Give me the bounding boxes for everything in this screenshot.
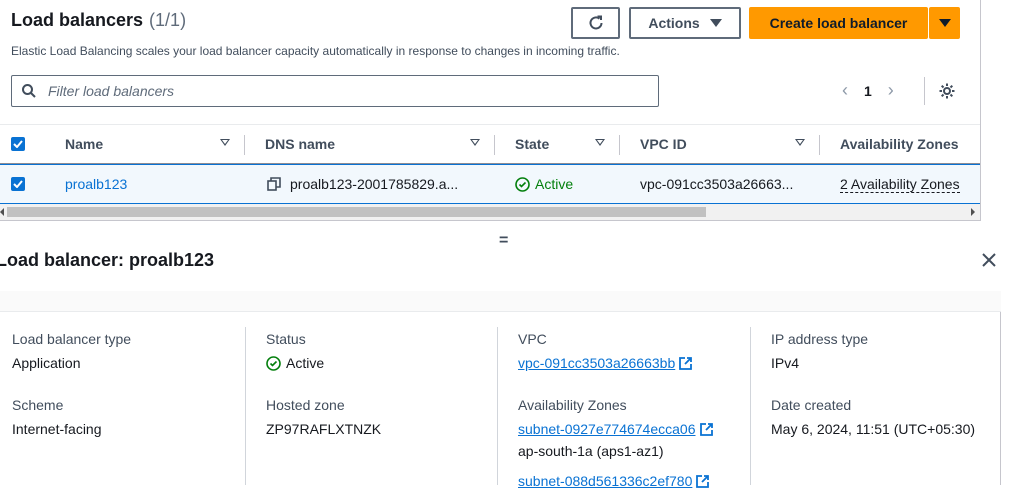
vpc-link[interactable]: vpc-091cc3503a26663bb	[518, 355, 693, 371]
current-page[interactable]: 1	[864, 83, 872, 99]
page-title: Load balancers (1/1)	[11, 10, 186, 31]
column-divider	[245, 327, 246, 485]
close-icon	[982, 253, 996, 267]
pagination: ‹ 1 ›	[842, 80, 894, 101]
scrollbar-thumb[interactable]	[7, 207, 706, 217]
subnet-zone: ap-south-1a (aps1-az1)	[518, 443, 664, 459]
state-text: Active	[535, 176, 574, 192]
search-icon	[22, 84, 36, 98]
hosted-zone-value: ZP97RAFLXTNZK	[266, 421, 382, 437]
details-title: Load balancer: proalb123	[0, 250, 215, 270]
actions-label: Actions	[648, 15, 700, 31]
column-divider	[497, 327, 498, 485]
sort-icon[interactable]	[470, 139, 480, 146]
column-divider[interactable]	[244, 135, 245, 155]
column-divider	[750, 327, 751, 485]
subnet-link[interactable]: subnet-088d561336c2ef780	[518, 473, 710, 489]
subnet-link-text[interactable]: subnet-088d561336c2ef780	[518, 473, 692, 489]
external-link-icon	[679, 356, 693, 370]
external-link-icon	[696, 474, 710, 488]
sort-icon[interactable]	[795, 139, 805, 146]
status-success-icon	[266, 355, 281, 371]
page-description: Elastic Load Balancing scales your load …	[11, 44, 620, 58]
status-success-icon	[515, 176, 530, 192]
vpc-id-cell: vpc-091cc3503a26663...	[640, 176, 794, 192]
refresh-button[interactable]	[571, 7, 620, 39]
subnet-link-text[interactable]: subnet-0927e774674ecca06	[518, 421, 696, 437]
column-header-vpc[interactable]: VPC ID	[640, 136, 687, 152]
table-header: Name DNS name State VPC ID Availability …	[0, 124, 980, 164]
select-all-checkbox[interactable]	[11, 137, 25, 151]
filter-input[interactable]	[46, 82, 626, 100]
caret-down-icon	[709, 19, 722, 27]
status-label: Status	[266, 331, 306, 347]
date-created-label: Date created	[771, 397, 852, 413]
column-header-state[interactable]: State	[515, 136, 549, 152]
column-divider[interactable]	[494, 135, 495, 155]
availability-zones-label: Availability Zones	[518, 397, 627, 413]
column-header-dns[interactable]: DNS name	[265, 136, 335, 152]
close-details-button[interactable]	[979, 250, 999, 270]
scheme-value: Internet-facing	[12, 421, 102, 437]
actions-button[interactable]: Actions	[629, 7, 741, 39]
lb-name-link[interactable]: proalb123	[65, 176, 127, 192]
details-tabs-band	[0, 291, 1001, 312]
status-text: Active	[286, 355, 325, 371]
lb-type-label: Load balancer type	[12, 331, 132, 347]
filter-bar[interactable]	[11, 75, 659, 107]
check-icon	[13, 140, 23, 148]
create-dropdown-button[interactable]	[929, 7, 960, 39]
create-load-balancer-button[interactable]: Create load balancer	[749, 7, 928, 39]
ip-type-label: IP address type	[771, 331, 869, 347]
subnet-link[interactable]: subnet-0927e774674ecca06	[518, 421, 713, 437]
row-checkbox[interactable]	[11, 177, 25, 191]
status-value: Active	[266, 355, 324, 371]
state-cell: Active	[515, 176, 573, 192]
caret-down-icon	[938, 19, 951, 27]
date-created-value: May 6, 2024, 11:51 (UTC+05:30)	[771, 421, 976, 437]
column-divider[interactable]	[619, 135, 620, 155]
refresh-icon	[589, 15, 602, 30]
load-balancers-panel: Load balancers (1/1) Elastic Load Balanci…	[0, 0, 981, 221]
column-header-name[interactable]: Name	[65, 136, 103, 152]
selection-count: (1/1)	[149, 10, 187, 30]
scroll-left-icon[interactable]	[0, 208, 4, 216]
vpc-link-text[interactable]: vpc-091cc3503a26663bb	[518, 355, 675, 371]
ip-type-value: IPv4	[771, 355, 800, 371]
sort-icon[interactable]	[595, 139, 605, 146]
gear-icon	[939, 83, 955, 99]
table-row[interactable]: proalb123 proalb123-2001785829.a... Acti…	[0, 164, 980, 204]
vpc-label: VPC	[518, 331, 547, 347]
preferences-button[interactable]	[935, 80, 959, 102]
column-divider[interactable]	[819, 135, 820, 155]
external-link-icon	[699, 422, 713, 436]
scheme-label: Scheme	[12, 397, 64, 413]
copy-icon[interactable]	[267, 177, 281, 191]
next-page-icon[interactable]: ›	[888, 80, 894, 101]
dns-cell: proalb123-2001785829.a...	[267, 176, 458, 192]
horizontal-scrollbar[interactable]	[0, 204, 980, 220]
column-header-azs[interactable]: Availability Zones	[840, 136, 959, 152]
lb-type-value: Application	[12, 355, 81, 371]
pagination-divider	[924, 77, 925, 105]
availability-zones-popover[interactable]: 2 Availability Zones	[840, 176, 960, 193]
dns-name-text: proalb123-2001785829.a...	[290, 176, 459, 192]
page-title-text: Load balancers	[11, 10, 144, 30]
create-label: Create load balancer	[769, 15, 908, 31]
hosted-zone-label: Hosted zone	[266, 397, 345, 413]
previous-page-icon[interactable]: ‹	[842, 80, 848, 101]
split-panel-resize-handle[interactable]: =	[499, 232, 508, 250]
check-icon	[13, 180, 23, 188]
scroll-right-icon[interactable]	[971, 208, 975, 216]
sort-icon[interactable]	[220, 139, 230, 146]
